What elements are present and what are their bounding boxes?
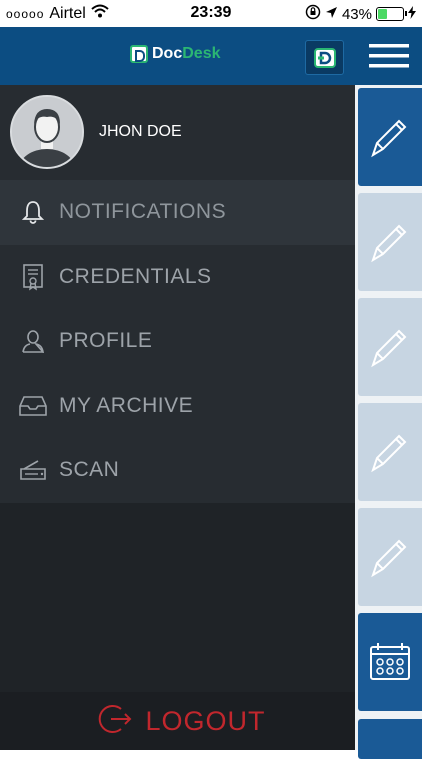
user-avatar-icon [12,97,82,167]
menu-toggle-button[interactable] [355,27,422,85]
pen-icon [371,434,407,473]
location-arrow-icon [325,6,338,23]
battery-icon [376,7,407,21]
orientation-lock-icon [305,4,321,24]
calendar-icon [370,643,410,680]
hamburger-icon [368,44,409,68]
user-icon [18,327,48,355]
app-brand-name: DocDesk [152,45,221,62]
status-bar: ooooo Airtel 23:39 43% [0,0,422,27]
menu-item-my-archive[interactable]: MY ARCHIVE [0,373,355,438]
drawer-menu: NOTIFICATIONS CREDENTIALS PROFILE MY ARC… [0,180,355,503]
user-name: JHON DOE [99,123,182,140]
status-right: 43% [305,4,416,24]
battery-percentage: 43% [341,5,372,23]
background-screen-strip [355,27,422,759]
pen-tile-button[interactable] [358,298,422,396]
docdesk-logo-icon [313,47,336,68]
pen-tile-button[interactable] [358,193,422,291]
menu-item-credentials[interactable]: CREDENTIALS [0,244,355,309]
menu-label-profile: PROFILE [59,329,153,352]
pen-icon [371,119,407,158]
avatar[interactable] [10,95,84,169]
charging-bolt-icon [408,5,416,23]
menu-item-scan[interactable]: SCAN [0,438,355,503]
pen-tile-button[interactable] [358,88,422,186]
navigation-drawer: DocDesk JHON DOE NOTIFICATIONS CREDENTIA… [0,27,355,750]
scanner-icon [18,456,48,484]
docdesk-logo-icon [130,45,148,63]
pen-tile-button[interactable] [358,403,422,501]
menu-item-notifications[interactable]: NOTIFICATIONS [0,180,355,245]
user-profile-header[interactable]: JHON DOE [0,85,355,180]
bell-icon [18,198,48,226]
archive-tray-icon [18,392,48,420]
pen-tile-button[interactable] [358,508,422,606]
drawer-header: DocDesk [0,27,355,85]
logout-button[interactable]: LOGOUT [0,692,355,750]
menu-item-profile[interactable]: PROFILE [0,309,355,374]
pen-icon [371,539,407,578]
logout-content: LOGOUT [97,701,265,741]
menu-label-scan: SCAN [59,458,120,481]
pen-icon [371,224,407,263]
tile-button[interactable] [358,719,422,759]
logout-icon [97,701,133,741]
menu-label-credentials: CREDENTIALS [59,264,212,288]
docdesk-home-button[interactable] [305,40,344,75]
certificate-icon [18,263,48,291]
menu-label-notifications: NOTIFICATIONS [59,200,227,223]
logout-label: LOGOUT [145,705,266,736]
menu-label-my-archive: MY ARCHIVE [59,393,194,417]
pen-icon [371,329,407,368]
app-logo: DocDesk [130,45,220,63]
calendar-tile-button[interactable] [358,613,422,711]
